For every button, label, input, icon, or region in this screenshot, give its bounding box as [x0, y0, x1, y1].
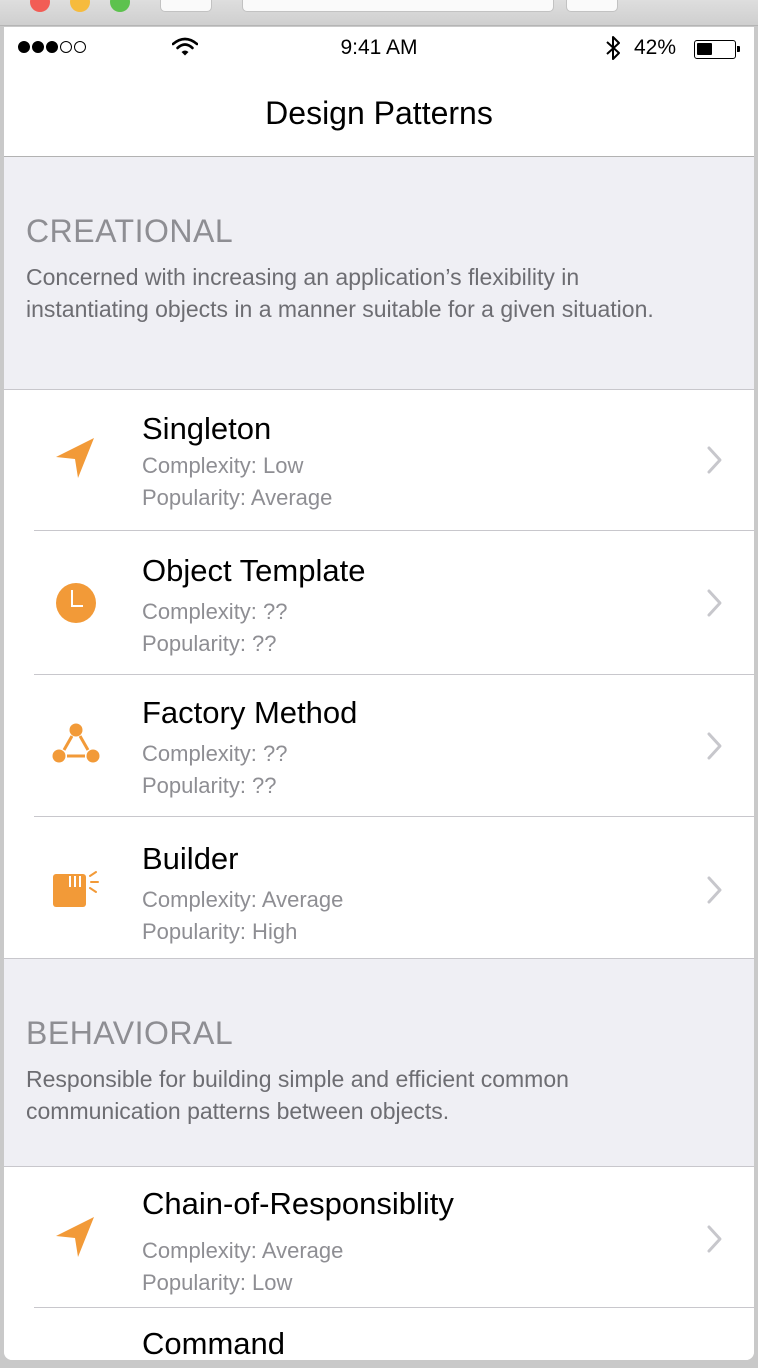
pattern-complexity: Complexity: ?? [142, 741, 288, 766]
window-close-button[interactable] [30, 0, 50, 12]
toolbar-device-selector[interactable] [242, 0, 554, 12]
chevron-right-icon [707, 1225, 722, 1253]
location-arrow-icon [56, 438, 94, 478]
chevron-right-icon [707, 446, 722, 474]
clock-icon [50, 1356, 102, 1360]
toolbar-button[interactable] [160, 0, 212, 12]
navigation-bar: Design Patterns [4, 69, 754, 157]
section-description: Concerned with increasing an application… [26, 264, 654, 322]
simulator-window-chrome [0, 0, 758, 26]
pattern-name: Object Template [142, 553, 366, 588]
pattern-name: Factory Method [142, 695, 358, 730]
pattern-complexity: Complexity: Average [142, 1238, 344, 1263]
chevron-right-icon [707, 732, 722, 760]
pattern-popularity: Popularity: ?? [142, 773, 277, 798]
pattern-popularity: Popularity: Average [142, 485, 333, 510]
chevron-right-icon [707, 589, 722, 617]
chevron-right-icon [707, 876, 722, 904]
bluetooth-icon [606, 36, 620, 60]
toolbar-button[interactable] [566, 0, 618, 12]
battery-icon [694, 40, 740, 59]
section-header-behavioral: BEHAVIORAL Responsible for building simp… [4, 959, 754, 1166]
list-item-object-template[interactable]: Object Template Complexity: ?? Popularit… [4, 531, 754, 675]
battery-percentage: 42% [634, 36, 677, 59]
pattern-name: Chain-of-Responsiblity [142, 1186, 454, 1221]
section-title: BEHAVIORAL [26, 1015, 234, 1051]
list-item-builder[interactable]: Builder Complexity: Average Popularity: … [4, 817, 754, 959]
pattern-name: Singleton [142, 411, 272, 446]
pattern-complexity: Complexity: Low [142, 453, 304, 478]
list-item-singleton[interactable]: Singleton Complexity: Low Popularity: Av… [4, 389, 754, 531]
builder-box-icon [53, 871, 99, 907]
list-item-factory-method[interactable]: Factory Method Complexity: ?? Popularity… [4, 675, 754, 817]
status-bar: 9:41 AM 42% [4, 27, 754, 69]
phone-screen: 9:41 AM 42% Design Patterns CREATIONAL C… [4, 27, 754, 1360]
network-triangle-icon [52, 723, 100, 763]
pattern-popularity: Popularity: ?? [142, 631, 277, 656]
section-header-creational: CREATIONAL Concerned with increasing an … [4, 158, 754, 389]
window-minimize-button[interactable] [70, 0, 90, 12]
pattern-name: Builder [142, 841, 239, 876]
clock-icon [56, 583, 96, 623]
list-item-chain-of-responsibility[interactable]: Chain-of-Responsiblity Complexity: Avera… [4, 1166, 754, 1308]
pattern-popularity: Popularity: High [142, 919, 298, 944]
pattern-name: Command [142, 1326, 285, 1360]
pattern-complexity: Complexity: Average [142, 887, 344, 912]
location-arrow-icon [56, 1217, 94, 1257]
section-title: CREATIONAL [26, 213, 234, 249]
list-item-command[interactable]: Command [4, 1308, 754, 1360]
page-title: Design Patterns [265, 95, 493, 131]
window-zoom-button[interactable] [110, 0, 130, 12]
pattern-complexity: Complexity: ?? [142, 599, 288, 624]
pattern-popularity: Popularity: Low [142, 1270, 293, 1295]
section-description: Responsible for building simple and effi… [26, 1066, 569, 1124]
